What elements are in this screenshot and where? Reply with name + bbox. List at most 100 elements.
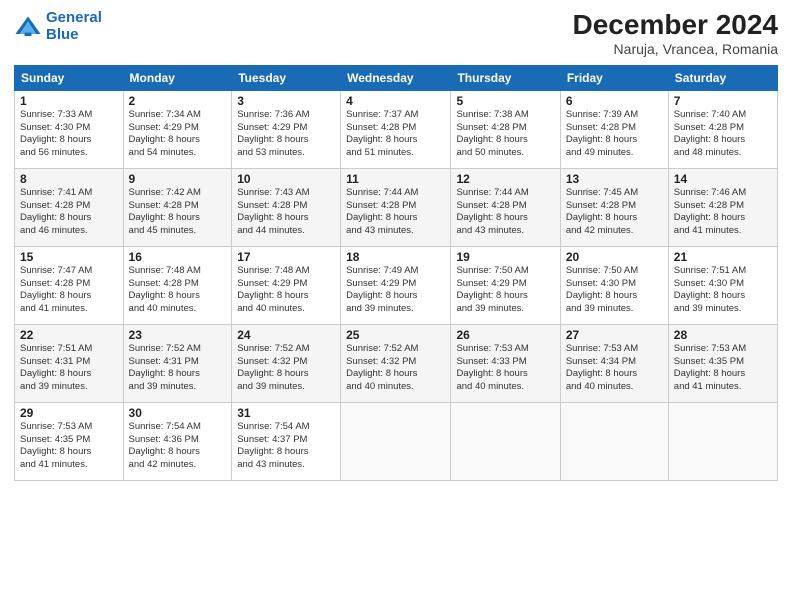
day-number: 29 xyxy=(20,406,118,420)
day-info: Sunrise: 7:52 AMSunset: 4:32 PMDaylight:… xyxy=(237,343,335,394)
day-number: 30 xyxy=(129,406,227,420)
day-info: Sunrise: 7:39 AMSunset: 4:28 PMDaylight:… xyxy=(566,109,663,160)
calendar-cell: 3Sunrise: 7:36 AMSunset: 4:29 PMDaylight… xyxy=(232,90,341,168)
header-monday: Monday xyxy=(123,65,232,90)
calendar-cell: 29Sunrise: 7:53 AMSunset: 4:35 PMDayligh… xyxy=(15,402,124,480)
header: General Blue December 2024 Naruja, Vranc… xyxy=(14,10,778,57)
day-number: 8 xyxy=(20,172,118,186)
logo-text: General Blue xyxy=(46,10,102,43)
day-number: 2 xyxy=(129,94,227,108)
day-info: Sunrise: 7:48 AMSunset: 4:28 PMDaylight:… xyxy=(129,265,227,316)
day-info: Sunrise: 7:53 AMSunset: 4:34 PMDaylight:… xyxy=(566,343,663,394)
calendar-cell: 27Sunrise: 7:53 AMSunset: 4:34 PMDayligh… xyxy=(560,324,668,402)
calendar-cell: 5Sunrise: 7:38 AMSunset: 4:28 PMDaylight… xyxy=(451,90,560,168)
calendar-cell: 15Sunrise: 7:47 AMSunset: 4:28 PMDayligh… xyxy=(15,246,124,324)
day-number: 31 xyxy=(237,406,335,420)
day-info: Sunrise: 7:53 AMSunset: 4:35 PMDaylight:… xyxy=(674,343,772,394)
day-info: Sunrise: 7:51 AMSunset: 4:31 PMDaylight:… xyxy=(20,343,118,394)
day-info: Sunrise: 7:44 AMSunset: 4:28 PMDaylight:… xyxy=(456,187,554,238)
week-row-2: 8Sunrise: 7:41 AMSunset: 4:28 PMDaylight… xyxy=(15,168,778,246)
header-tuesday: Tuesday xyxy=(232,65,341,90)
day-number: 21 xyxy=(674,250,772,264)
calendar-cell: 1Sunrise: 7:33 AMSunset: 4:30 PMDaylight… xyxy=(15,90,124,168)
day-info: Sunrise: 7:37 AMSunset: 4:28 PMDaylight:… xyxy=(346,109,445,160)
calendar-cell: 14Sunrise: 7:46 AMSunset: 4:28 PMDayligh… xyxy=(668,168,777,246)
day-info: Sunrise: 7:38 AMSunset: 4:28 PMDaylight:… xyxy=(456,109,554,160)
calendar-cell xyxy=(451,402,560,480)
calendar-cell: 30Sunrise: 7:54 AMSunset: 4:36 PMDayligh… xyxy=(123,402,232,480)
day-number: 16 xyxy=(129,250,227,264)
week-row-1: 1Sunrise: 7:33 AMSunset: 4:30 PMDaylight… xyxy=(15,90,778,168)
day-number: 15 xyxy=(20,250,118,264)
calendar-cell: 25Sunrise: 7:52 AMSunset: 4:32 PMDayligh… xyxy=(341,324,451,402)
calendar-cell: 19Sunrise: 7:50 AMSunset: 4:29 PMDayligh… xyxy=(451,246,560,324)
calendar-cell: 9Sunrise: 7:42 AMSunset: 4:28 PMDaylight… xyxy=(123,168,232,246)
calendar-table: Sunday Monday Tuesday Wednesday Thursday… xyxy=(14,65,778,481)
calendar-cell xyxy=(341,402,451,480)
day-info: Sunrise: 7:50 AMSunset: 4:30 PMDaylight:… xyxy=(566,265,663,316)
day-info: Sunrise: 7:47 AMSunset: 4:28 PMDaylight:… xyxy=(20,265,118,316)
calendar-subtitle: Naruja, Vrancea, Romania xyxy=(573,41,778,57)
calendar-cell: 16Sunrise: 7:48 AMSunset: 4:28 PMDayligh… xyxy=(123,246,232,324)
day-number: 22 xyxy=(20,328,118,342)
day-number: 4 xyxy=(346,94,445,108)
day-info: Sunrise: 7:34 AMSunset: 4:29 PMDaylight:… xyxy=(129,109,227,160)
calendar-cell: 24Sunrise: 7:52 AMSunset: 4:32 PMDayligh… xyxy=(232,324,341,402)
day-info: Sunrise: 7:42 AMSunset: 4:28 PMDaylight:… xyxy=(129,187,227,238)
logo-general: General xyxy=(46,9,102,26)
calendar-title: December 2024 xyxy=(573,10,778,41)
calendar-cell: 28Sunrise: 7:53 AMSunset: 4:35 PMDayligh… xyxy=(668,324,777,402)
day-number: 5 xyxy=(456,94,554,108)
day-number: 14 xyxy=(674,172,772,186)
calendar-cell: 10Sunrise: 7:43 AMSunset: 4:28 PMDayligh… xyxy=(232,168,341,246)
day-number: 6 xyxy=(566,94,663,108)
day-number: 18 xyxy=(346,250,445,264)
calendar-cell: 23Sunrise: 7:52 AMSunset: 4:31 PMDayligh… xyxy=(123,324,232,402)
calendar-cell: 21Sunrise: 7:51 AMSunset: 4:30 PMDayligh… xyxy=(668,246,777,324)
calendar-cell: 18Sunrise: 7:49 AMSunset: 4:29 PMDayligh… xyxy=(341,246,451,324)
header-sunday: Sunday xyxy=(15,65,124,90)
logo-icon xyxy=(14,13,42,41)
day-number: 26 xyxy=(456,328,554,342)
day-info: Sunrise: 7:52 AMSunset: 4:32 PMDaylight:… xyxy=(346,343,445,394)
day-number: 1 xyxy=(20,94,118,108)
day-info: Sunrise: 7:41 AMSunset: 4:28 PMDaylight:… xyxy=(20,187,118,238)
day-number: 9 xyxy=(129,172,227,186)
calendar-cell xyxy=(668,402,777,480)
day-number: 7 xyxy=(674,94,772,108)
day-info: Sunrise: 7:33 AMSunset: 4:30 PMDaylight:… xyxy=(20,109,118,160)
calendar-cell: 11Sunrise: 7:44 AMSunset: 4:28 PMDayligh… xyxy=(341,168,451,246)
day-info: Sunrise: 7:46 AMSunset: 4:28 PMDaylight:… xyxy=(674,187,772,238)
calendar-cell: 13Sunrise: 7:45 AMSunset: 4:28 PMDayligh… xyxy=(560,168,668,246)
calendar-cell: 31Sunrise: 7:54 AMSunset: 4:37 PMDayligh… xyxy=(232,402,341,480)
day-info: Sunrise: 7:48 AMSunset: 4:29 PMDaylight:… xyxy=(237,265,335,316)
day-number: 24 xyxy=(237,328,335,342)
weekday-header-row: Sunday Monday Tuesday Wednesday Thursday… xyxy=(15,65,778,90)
week-row-3: 15Sunrise: 7:47 AMSunset: 4:28 PMDayligh… xyxy=(15,246,778,324)
day-number: 11 xyxy=(346,172,445,186)
calendar-cell: 7Sunrise: 7:40 AMSunset: 4:28 PMDaylight… xyxy=(668,90,777,168)
calendar-cell: 4Sunrise: 7:37 AMSunset: 4:28 PMDaylight… xyxy=(341,90,451,168)
calendar-cell: 20Sunrise: 7:50 AMSunset: 4:30 PMDayligh… xyxy=(560,246,668,324)
calendar-cell xyxy=(560,402,668,480)
day-info: Sunrise: 7:36 AMSunset: 4:29 PMDaylight:… xyxy=(237,109,335,160)
day-number: 25 xyxy=(346,328,445,342)
day-number: 12 xyxy=(456,172,554,186)
calendar-cell: 6Sunrise: 7:39 AMSunset: 4:28 PMDaylight… xyxy=(560,90,668,168)
header-saturday: Saturday xyxy=(668,65,777,90)
day-info: Sunrise: 7:52 AMSunset: 4:31 PMDaylight:… xyxy=(129,343,227,394)
logo-area: General Blue xyxy=(14,10,102,43)
calendar-cell: 26Sunrise: 7:53 AMSunset: 4:33 PMDayligh… xyxy=(451,324,560,402)
day-number: 13 xyxy=(566,172,663,186)
day-number: 10 xyxy=(237,172,335,186)
header-thursday: Thursday xyxy=(451,65,560,90)
header-wednesday: Wednesday xyxy=(341,65,451,90)
calendar-cell: 2Sunrise: 7:34 AMSunset: 4:29 PMDaylight… xyxy=(123,90,232,168)
calendar-cell: 22Sunrise: 7:51 AMSunset: 4:31 PMDayligh… xyxy=(15,324,124,402)
day-info: Sunrise: 7:53 AMSunset: 4:35 PMDaylight:… xyxy=(20,421,118,472)
day-info: Sunrise: 7:51 AMSunset: 4:30 PMDaylight:… xyxy=(674,265,772,316)
day-number: 19 xyxy=(456,250,554,264)
logo-blue: Blue xyxy=(46,26,79,43)
day-info: Sunrise: 7:44 AMSunset: 4:28 PMDaylight:… xyxy=(346,187,445,238)
day-info: Sunrise: 7:50 AMSunset: 4:29 PMDaylight:… xyxy=(456,265,554,316)
